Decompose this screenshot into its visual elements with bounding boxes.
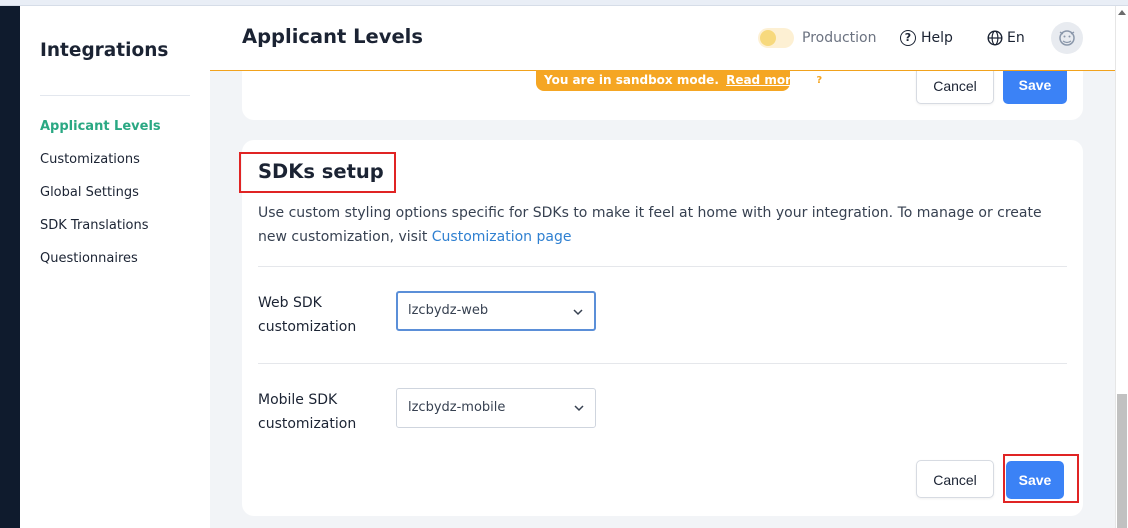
divider — [258, 363, 1067, 364]
chevron-down-icon — [573, 309, 583, 316]
customization-page-link[interactable]: Customization page — [432, 229, 572, 245]
globe-icon[interactable] — [987, 30, 1003, 46]
language-selector[interactable]: En — [1007, 30, 1025, 46]
web-sdk-value: lzcbydz-web — [408, 303, 489, 318]
mobile-sdk-label: Mobile SDK customization — [258, 392, 357, 432]
sandbox-text: You are in sandbox mode. — [544, 73, 719, 87]
sidebar-item-global-settings[interactable]: Global Settings — [40, 185, 139, 200]
sidebar: Integrations Applicant Levels Customizat… — [20, 6, 210, 528]
divider — [258, 266, 1067, 267]
avatar[interactable] — [1051, 22, 1083, 54]
sidebar-item-applicant-levels[interactable]: Applicant Levels — [40, 119, 161, 134]
sdk-setup-card: SDKs setup Use custom styling options sp… — [239, 140, 1083, 516]
mobile-sdk-value: lzcbydz-mobile — [408, 400, 506, 415]
section-description: Use custom styling options specific for … — [258, 201, 1058, 249]
sidebar-item-customizations[interactable]: Customizations — [40, 152, 140, 167]
help-icon[interactable]: ? — [900, 30, 916, 46]
sidebar-item-sdk-translations[interactable]: SDK Translations — [40, 218, 149, 233]
highlight-box-title — [239, 152, 396, 193]
highlight-box-save — [1003, 454, 1079, 503]
sidebar-item-questionnaires[interactable]: Questionnaires — [40, 251, 138, 266]
sidebar-title: Integrations — [40, 40, 169, 61]
page-title: Applicant Levels — [242, 25, 423, 48]
sandbox-banner: You are in sandbox mode. Read more ? — [536, 70, 827, 91]
page-header: Applicant Levels Production ? Help En — [210, 6, 1115, 71]
read-more-link[interactable]: Read more — [726, 73, 799, 87]
web-sdk-select[interactable]: lzcbydz-web — [396, 291, 596, 331]
description-text: Use custom styling options specific for … — [258, 205, 1042, 245]
scrollbar[interactable] — [1115, 6, 1128, 528]
save-button[interactable]: Save — [1003, 66, 1067, 104]
chevron-down-icon — [574, 405, 584, 412]
scrollbar-thumb[interactable] — [1117, 394, 1127, 528]
cancel-button[interactable]: Cancel — [916, 460, 994, 498]
production-toggle[interactable] — [758, 28, 794, 48]
sidebar-divider — [40, 95, 190, 96]
production-label[interactable]: Production — [802, 30, 876, 46]
scroll-up-arrow-icon[interactable] — [1118, 10, 1126, 15]
avatar-icon — [1059, 30, 1075, 46]
toggle-knob — [760, 30, 776, 46]
app-nav-strip — [0, 6, 20, 528]
web-sdk-label: Web SDK customization — [258, 295, 357, 335]
help-link[interactable]: Help — [921, 30, 953, 46]
cancel-button[interactable]: Cancel — [916, 66, 994, 104]
main-content: Cancel Save Applicant Levels Production … — [210, 6, 1115, 528]
mobile-sdk-select[interactable]: lzcbydz-mobile — [396, 388, 596, 428]
